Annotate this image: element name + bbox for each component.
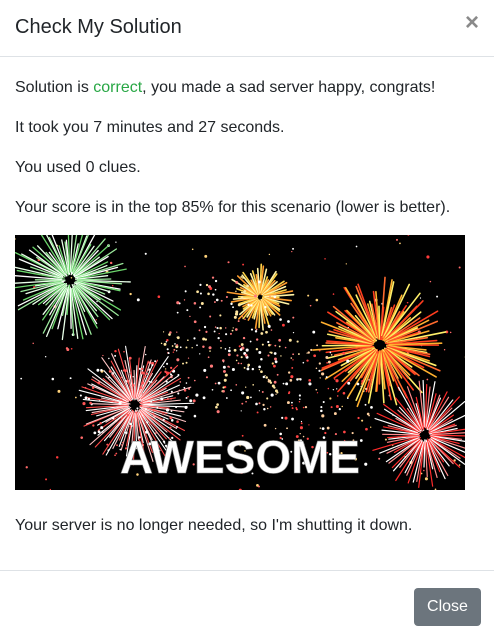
fireworks-image: AWESOME [15, 235, 465, 490]
close-button[interactable]: Close [414, 588, 481, 626]
image-caption: AWESOME [120, 431, 360, 483]
close-icon[interactable]: × [462, 10, 482, 36]
modal-footer: Close [0, 570, 494, 638]
solution-status: correct [93, 79, 143, 96]
solution-suffix: , you made a sad server happy, congrats! [142, 79, 436, 96]
modal-header: Check My Solution × [0, 0, 494, 57]
solution-prefix: Solution is [15, 79, 94, 96]
solution-message: Solution is correct, you made a sad serv… [15, 78, 435, 98]
modal-title: Check My Solution [15, 16, 182, 38]
shutdown-message: Your server is no longer needed, so I'm … [15, 517, 413, 534]
time-message: It took you 7 minutes and 27 seconds. [15, 119, 285, 136]
score-message: Your score is in the top 85% for this sc… [15, 199, 451, 216]
clues-message: You used 0 clues. [15, 159, 141, 176]
